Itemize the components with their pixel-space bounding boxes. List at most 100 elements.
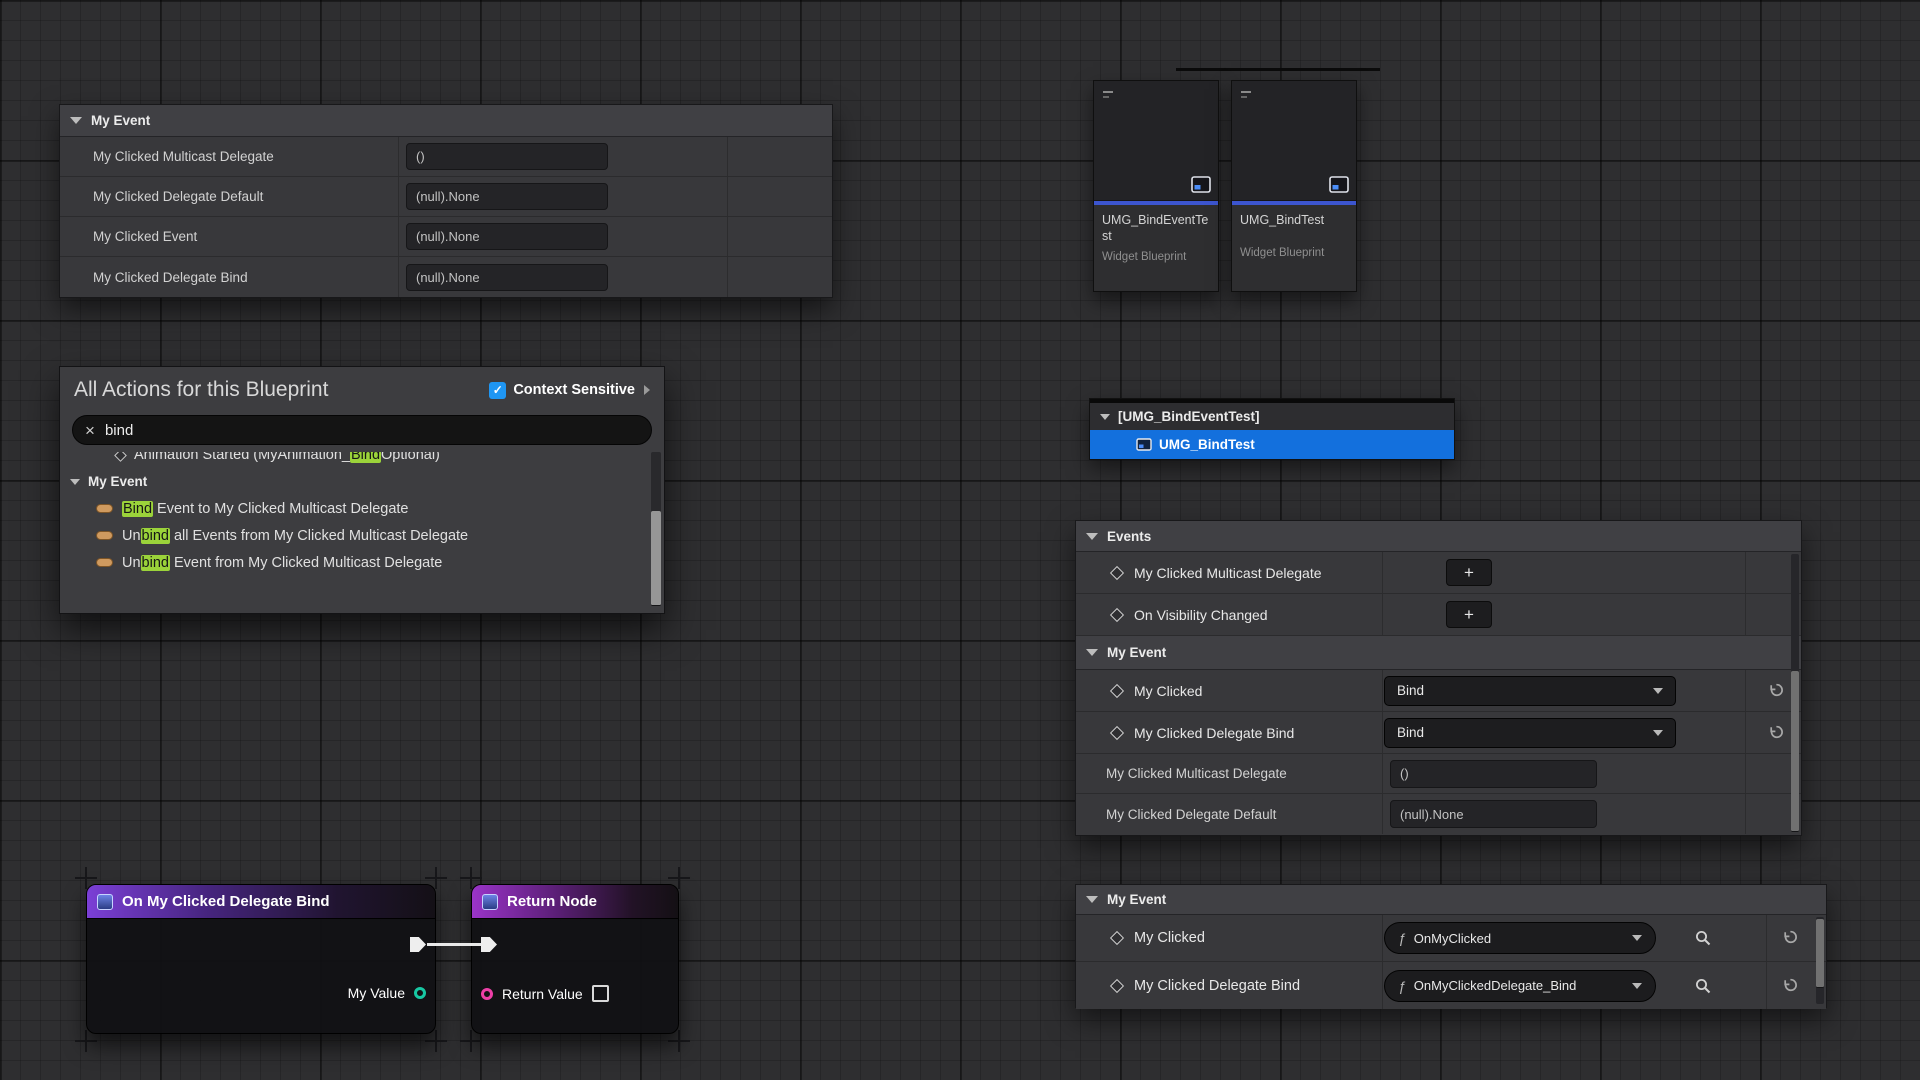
context-sensitive-toggle[interactable]: ✓ Context Sensitive bbox=[489, 382, 650, 399]
list-item-bind-event[interactable]: Bind Event to My Clicked Multicast Deleg… bbox=[60, 495, 664, 522]
event-icon bbox=[1110, 931, 1124, 945]
widget-hierarchy-panel: [UMG_BindEventTest] UMG_BindTest bbox=[1089, 398, 1455, 460]
column-splitter bbox=[1745, 754, 1746, 793]
property-label: My Clicked Multicast Delegate bbox=[60, 149, 274, 164]
list-item-unbind-event[interactable]: Unbind Event from My Clicked Multicast D… bbox=[60, 549, 664, 576]
node-header[interactable]: Return Node bbox=[472, 885, 678, 919]
delegate-icon bbox=[96, 558, 113, 567]
scrollbar-thumb[interactable] bbox=[651, 511, 661, 606]
reset-to-default-button[interactable] bbox=[1768, 724, 1786, 742]
asset-tile-umg-bindeventtest[interactable]: UMG_BindEventTest Widget Blueprint bbox=[1093, 80, 1219, 292]
column-splitter[interactable] bbox=[1382, 594, 1383, 635]
widget-blueprint-icon bbox=[1136, 438, 1152, 451]
browse-to-function-icon[interactable] bbox=[1694, 977, 1712, 995]
column-splitter bbox=[727, 137, 728, 176]
column-splitter[interactable] bbox=[1382, 754, 1383, 793]
bind-function-dropdown[interactable]: Bind bbox=[1384, 718, 1676, 748]
column-splitter[interactable] bbox=[398, 137, 399, 176]
scrollbar-thumb[interactable] bbox=[1816, 919, 1824, 989]
reset-to-default-button[interactable] bbox=[1768, 682, 1786, 700]
column-splitter bbox=[1745, 794, 1746, 834]
value-field[interactable]: () bbox=[406, 143, 608, 170]
value-field[interactable]: (null).None bbox=[406, 223, 608, 250]
column-splitter[interactable] bbox=[1382, 670, 1383, 711]
all-actions-popup: All Actions for this Blueprint ✓ Context… bbox=[59, 366, 665, 614]
reset-to-default-button[interactable] bbox=[1782, 929, 1800, 947]
property-row: My Clicked Multicast Delegate () bbox=[60, 137, 832, 177]
hierarchy-root-label: [UMG_BindEventTest] bbox=[1118, 409, 1260, 424]
add-event-button[interactable]: + bbox=[1446, 601, 1492, 628]
event-icon bbox=[1110, 725, 1124, 739]
category-header-my-event[interactable]: My Event bbox=[1076, 885, 1826, 915]
property-row: My Clicked Delegate Bind (null).None bbox=[60, 257, 832, 297]
column-splitter[interactable] bbox=[1382, 962, 1383, 1009]
dropdown-value: Bind bbox=[1397, 725, 1645, 740]
bool-default-checkbox[interactable] bbox=[592, 985, 609, 1002]
bound-function-dropdown[interactable]: ƒ OnMyClickedDelegate_Bind bbox=[1384, 970, 1656, 1002]
chevron-down-icon bbox=[1632, 983, 1642, 989]
dropdown-value: Bind bbox=[1397, 683, 1645, 698]
clear-search-icon[interactable]: × bbox=[85, 422, 95, 439]
hierarchy-selected-label: UMG_BindTest bbox=[1159, 437, 1255, 452]
bound-function-dropdown[interactable]: ƒ OnMyClicked bbox=[1384, 922, 1656, 954]
scrollbar[interactable] bbox=[1816, 917, 1824, 1004]
value-field[interactable]: (null).None bbox=[406, 183, 608, 210]
category-header-events[interactable]: Events bbox=[1076, 521, 1801, 552]
column-splitter[interactable] bbox=[1382, 915, 1383, 961]
browse-to-function-icon[interactable] bbox=[1694, 929, 1712, 947]
scrollbar[interactable] bbox=[651, 452, 661, 606]
bind-function-dropdown[interactable]: Bind bbox=[1384, 676, 1676, 706]
list-item-unbind-all[interactable]: Unbind all Events from My Clicked Multic… bbox=[60, 522, 664, 549]
hierarchy-selected-row[interactable]: UMG_BindTest bbox=[1090, 430, 1454, 459]
thumbnail-detail bbox=[1103, 96, 1109, 98]
category-header-my-event[interactable]: My Event bbox=[60, 105, 832, 137]
details-panel-bottom-right: My Event My Clicked ƒ OnMyClicked My Cli… bbox=[1075, 884, 1827, 1008]
column-splitter[interactable] bbox=[1382, 552, 1383, 593]
column-splitter[interactable] bbox=[398, 177, 399, 216]
add-event-button[interactable]: + bbox=[1446, 559, 1492, 586]
column-splitter[interactable] bbox=[1382, 712, 1383, 753]
event-row: My Clicked Multicast Delegate + bbox=[1076, 552, 1801, 594]
chevron-right-icon[interactable] bbox=[644, 385, 650, 395]
value-input-pin[interactable] bbox=[481, 988, 493, 1000]
node-on-my-clicked-delegate-bind[interactable]: On My Clicked Delegate Bind My Value bbox=[86, 884, 436, 1034]
value-field[interactable]: (null).None bbox=[406, 264, 608, 291]
event-label: My Clicked bbox=[1134, 683, 1202, 699]
column-splitter[interactable] bbox=[398, 217, 399, 256]
event-node-icon bbox=[97, 894, 113, 910]
exec-wire bbox=[427, 943, 481, 946]
node-header[interactable]: On My Clicked Delegate Bind bbox=[87, 885, 435, 919]
exec-input-pin[interactable] bbox=[481, 937, 497, 952]
column-splitter bbox=[727, 257, 728, 297]
event-label: My Clicked bbox=[1134, 930, 1205, 946]
category-header-my-event[interactable]: My Event bbox=[1076, 636, 1801, 670]
value-field[interactable]: (null).None bbox=[1390, 800, 1597, 828]
value-field[interactable]: () bbox=[1390, 760, 1597, 788]
scrollbar[interactable] bbox=[1791, 554, 1799, 832]
action-text: Unbind all Events from My Clicked Multic… bbox=[122, 528, 468, 544]
checkbox-checked-icon[interactable]: ✓ bbox=[489, 382, 506, 399]
category-title: My Event bbox=[1107, 645, 1166, 660]
event-row: On Visibility Changed + bbox=[1076, 594, 1801, 636]
thumbnail-detail bbox=[1241, 91, 1251, 93]
column-splitter[interactable] bbox=[1382, 794, 1383, 834]
dropdown-value: OnMyClicked bbox=[1414, 931, 1624, 946]
list-item-clipped[interactable]: Animation Started (MyAnimation_BindOptio… bbox=[60, 452, 664, 468]
exec-output-pin[interactable] bbox=[410, 937, 426, 952]
delegate-row: My Clicked Bind bbox=[1076, 670, 1801, 712]
reset-to-default-button[interactable] bbox=[1782, 977, 1800, 995]
actions-category-my-event[interactable]: My Event bbox=[60, 468, 664, 495]
asset-tile-umg-bindtest[interactable]: UMG_BindTest Widget Blueprint bbox=[1231, 80, 1357, 292]
plus-icon: + bbox=[1464, 563, 1474, 583]
function-icon: ƒ bbox=[1398, 978, 1406, 994]
scrollbar-thumb[interactable] bbox=[1791, 671, 1799, 832]
chevron-down-icon bbox=[1086, 533, 1098, 540]
node-title: Return Node bbox=[507, 893, 597, 910]
node-return-node[interactable]: Return Node Return Value bbox=[471, 884, 679, 1034]
column-splitter bbox=[1745, 670, 1746, 711]
value-output-pin[interactable] bbox=[414, 987, 426, 999]
column-splitter[interactable] bbox=[398, 257, 399, 297]
chevron-down-icon[interactable] bbox=[1100, 414, 1110, 420]
search-input[interactable]: × bind bbox=[72, 415, 652, 445]
hierarchy-root-row[interactable]: [UMG_BindEventTest] bbox=[1090, 403, 1454, 430]
